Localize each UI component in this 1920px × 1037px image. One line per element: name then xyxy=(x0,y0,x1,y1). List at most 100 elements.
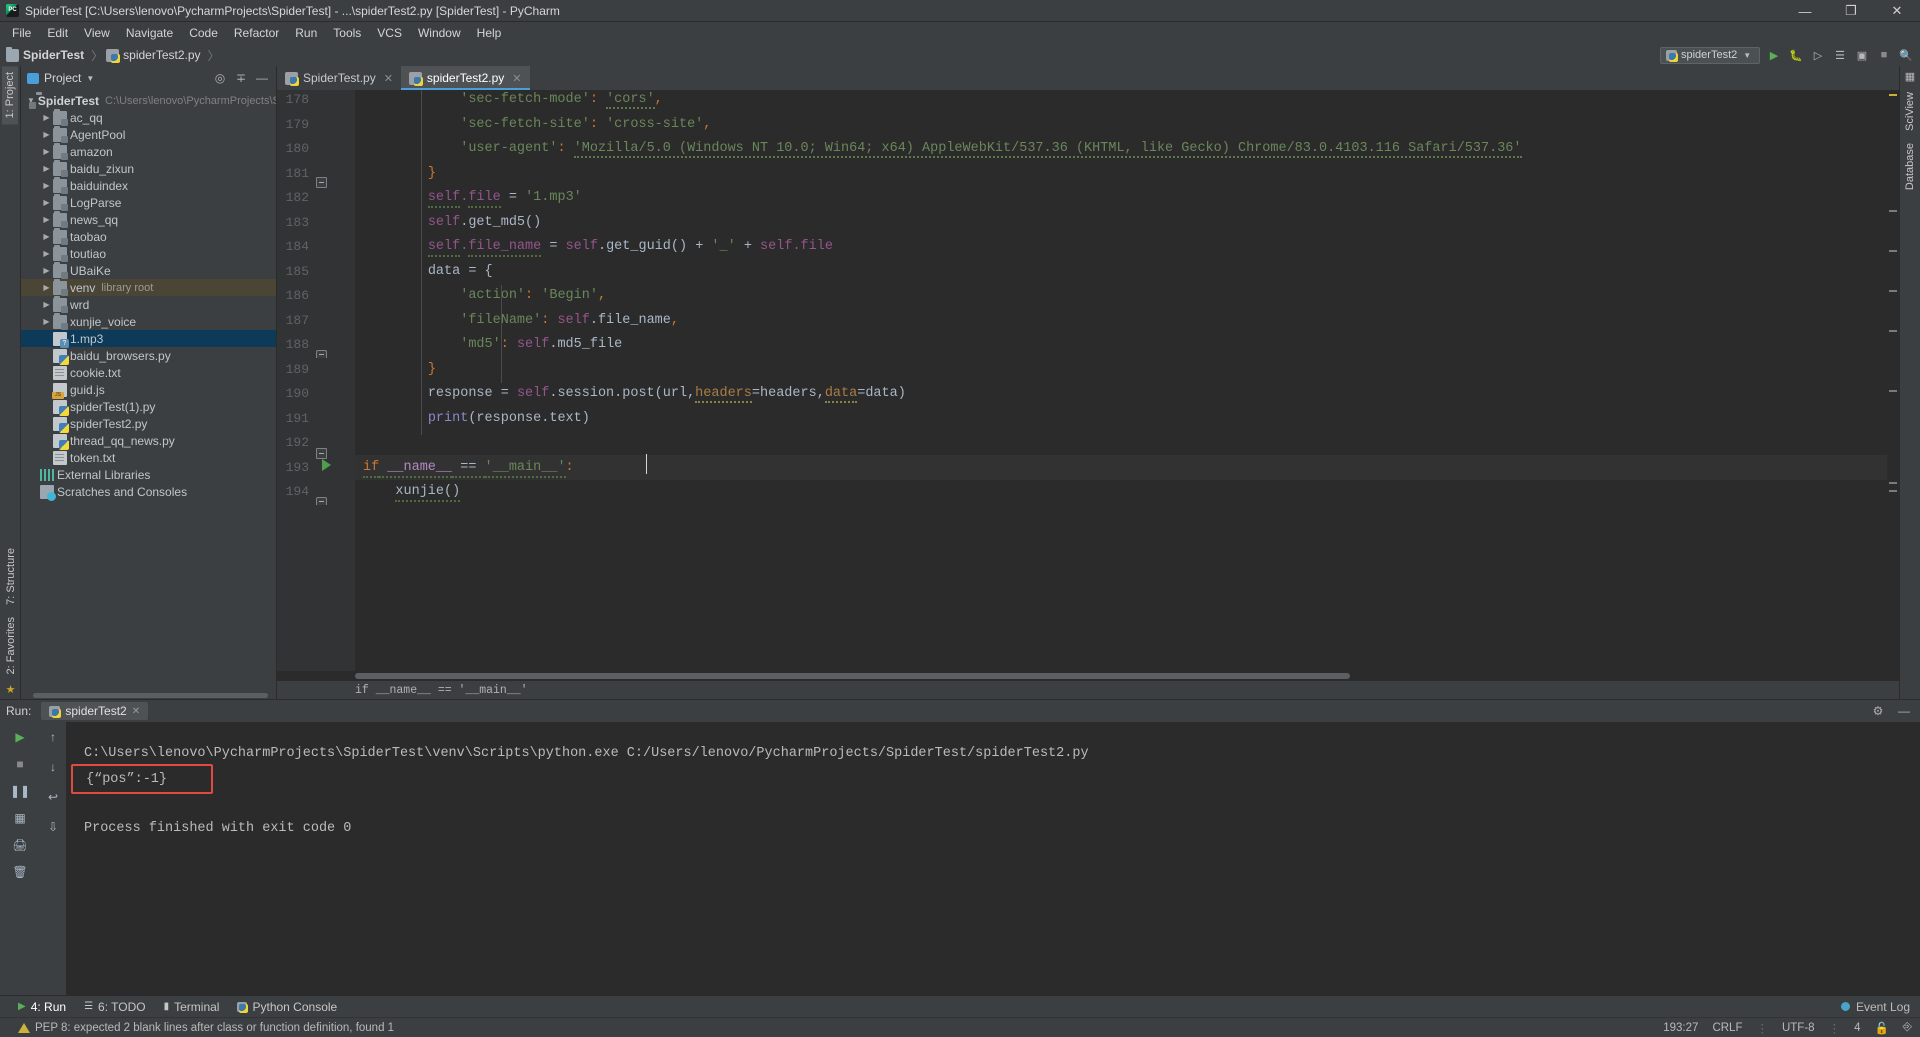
pause-icon[interactable]: ❚❚ xyxy=(9,782,31,800)
event-log-button[interactable]: Event Log xyxy=(1840,1000,1910,1014)
search-icon[interactable]: 🔍 xyxy=(1898,47,1914,63)
run-icon[interactable]: ▶ xyxy=(1766,47,1782,63)
fold-marker-189[interactable] xyxy=(316,448,327,459)
branch-icon[interactable]: ⎆ xyxy=(1903,1021,1912,1034)
tree-item-xunjie-voice[interactable]: ▶ xunjie_voice xyxy=(21,312,276,330)
menu-navigate[interactable]: Navigate xyxy=(118,24,181,42)
menu-vcs[interactable]: VCS xyxy=(369,24,410,42)
sidebar-tab-structure[interactable]: 7: Structure xyxy=(3,542,19,611)
expand-arrow-icon[interactable]: ▶ xyxy=(40,215,53,224)
tree-item-baiduindex[interactable]: ▶ baiduindex xyxy=(21,176,276,194)
tab-spidertest-py[interactable]: SpiderTest.py ✕ xyxy=(277,66,401,90)
expand-arrow-icon[interactable]: ▶ xyxy=(40,130,53,139)
collapse-all-icon[interactable]: ∓ xyxy=(233,70,249,86)
expand-arrow-icon[interactable]: ▶ xyxy=(40,317,53,326)
maximize-button[interactable]: ❐ xyxy=(1828,0,1874,22)
run-configuration-selector[interactable]: spiderTest2 ▼ xyxy=(1660,46,1760,64)
tree-item-logparse[interactable]: ▶ LogParse xyxy=(21,193,276,211)
marker[interactable] xyxy=(1889,390,1897,392)
stop-icon[interactable]: ■ xyxy=(1876,47,1892,63)
expand-arrow-icon[interactable]: ▶ xyxy=(40,249,53,258)
expand-arrow-icon[interactable]: ▶ xyxy=(40,164,53,173)
tree-item-scratches-and-consoles[interactable]: ▶Scratches and Consoles xyxy=(21,483,276,501)
locate-icon[interactable]: ◎ xyxy=(212,70,228,86)
menu-edit[interactable]: Edit xyxy=(39,24,76,42)
tree-item-1-mp3[interactable]: ▶1.mp3 xyxy=(21,330,276,348)
breadcrumb-file[interactable]: spiderTest2.py xyxy=(106,48,204,63)
tree-item-venv[interactable]: ▶ venv library root xyxy=(21,278,276,296)
expand-arrow-icon[interactable]: ▶ xyxy=(40,181,53,190)
tree-item-amazon[interactable]: ▶ amazon xyxy=(21,142,276,160)
menu-file[interactable]: File xyxy=(4,24,39,42)
hide-icon[interactable]: — xyxy=(254,70,270,86)
close-button[interactable]: ✕ xyxy=(1874,0,1920,22)
tool-window-terminal[interactable]: ▮ Terminal xyxy=(164,1000,220,1014)
sidebar-tab-favorites[interactable]: 2: Favorites xyxy=(3,611,19,680)
marker[interactable] xyxy=(1889,490,1897,492)
run-line-marker-icon[interactable] xyxy=(322,459,331,471)
menu-help[interactable]: Help xyxy=(469,24,510,42)
tree-root-spidertest[interactable]: ▼ SpiderTest C:\Users\lenovo\PycharmProj… xyxy=(21,91,276,109)
down-icon[interactable]: ↓ xyxy=(42,758,64,776)
run-panel-tab[interactable]: spiderTest2 ✕ xyxy=(41,702,149,720)
marker[interactable] xyxy=(1889,330,1897,332)
debug-icon[interactable]: 🐛 xyxy=(1788,47,1804,63)
expand-arrow-icon[interactable]: ▶ xyxy=(40,300,53,309)
close-icon[interactable]: ✕ xyxy=(512,72,521,85)
tool-window-todo[interactable]: ☰ 6: TODO xyxy=(84,1000,146,1014)
tree-item-cookie-txt[interactable]: ▶cookie.txt xyxy=(21,364,276,381)
encoding[interactable]: UTF-8 xyxy=(1782,1022,1815,1034)
tree-item-spidertest-1-py[interactable]: ▶spiderTest(1).py xyxy=(21,398,276,416)
grid-icon[interactable]: ▦ xyxy=(1900,66,1920,86)
expand-arrow-icon[interactable]: ▶ xyxy=(40,283,53,292)
line-separator[interactable]: CRLF xyxy=(1712,1022,1742,1034)
fold-marker-185[interactable] xyxy=(316,350,327,361)
tree-item-ubaike[interactable]: ▶ UBaiKe xyxy=(21,261,276,279)
up-icon[interactable]: ↑ xyxy=(42,728,64,746)
stop-icon[interactable]: ■ xyxy=(9,755,31,773)
caret-position[interactable]: 193:27 xyxy=(1663,1022,1698,1034)
tree-item-baidu-zixun[interactable]: ▶ baidu_zixun xyxy=(21,159,276,177)
warning-marker[interactable] xyxy=(1889,94,1897,96)
expand-arrow-icon[interactable]: ▶ xyxy=(40,147,53,156)
close-icon[interactable]: ✕ xyxy=(384,72,393,85)
editor-hscrollbar[interactable] xyxy=(277,671,1899,681)
tree-item-baidu-browsers-py[interactable]: ▶baidu_browsers.py xyxy=(21,347,276,365)
tree-item-external-libraries[interactable]: ▶External Libraries xyxy=(21,466,276,483)
tree-item-thread-qq-news-py[interactable]: ▶thread_qq_news.py xyxy=(21,432,276,450)
chevron-down-icon[interactable]: ▼ xyxy=(86,74,94,83)
menu-run[interactable]: Run xyxy=(287,24,325,42)
tree-item-ac-qq[interactable]: ▶ ac_qq xyxy=(21,108,276,126)
expand-arrow-icon[interactable]: ▶ xyxy=(40,232,53,241)
tree-item-guid-js[interactable]: ▶guid.js xyxy=(21,381,276,399)
coverage-icon[interactable]: ▷ xyxy=(1810,47,1826,63)
menu-tools[interactable]: Tools xyxy=(325,24,369,42)
project-panel-hscrollbar[interactable] xyxy=(21,691,276,699)
minimize-button[interactable]: — xyxy=(1782,0,1828,22)
sidebar-tab-project[interactable]: 1: Project xyxy=(2,66,18,125)
marker[interactable] xyxy=(1889,250,1897,252)
fold-marker-181[interactable] xyxy=(316,177,327,188)
sidebar-tab-database[interactable]: Database xyxy=(1902,137,1918,196)
indent-size[interactable]: 4 xyxy=(1854,1022,1860,1034)
profile-icon[interactable]: ☰ xyxy=(1832,47,1848,63)
menu-code[interactable]: Code xyxy=(181,24,226,42)
minimize-icon[interactable]: — xyxy=(1896,703,1912,719)
trash-icon[interactable]: 🗑 xyxy=(9,863,31,881)
marker[interactable] xyxy=(1889,290,1897,292)
tool-window-run[interactable]: ▶ 4: Run xyxy=(18,1000,66,1014)
editor-marker-strip[interactable] xyxy=(1887,90,1899,671)
expand-arrow-icon[interactable]: ▶ xyxy=(40,198,53,207)
rerun-icon[interactable]: ▶ xyxy=(9,728,31,746)
project-panel-title[interactable]: Project xyxy=(44,71,81,85)
run-console[interactable]: C:\Users\lenovo\PycharmProjects\SpiderTe… xyxy=(66,722,1920,995)
export-icon[interactable]: ⇩ xyxy=(42,818,64,836)
tree-item-news-qq[interactable]: ▶ news_qq xyxy=(21,210,276,228)
marker[interactable] xyxy=(1889,482,1897,484)
attach-icon[interactable]: ▣ xyxy=(1854,47,1870,63)
editor-gutter[interactable]: 178 179 180 181 182 183 184 185 186 187 188 189 190 1… xyxy=(277,90,355,671)
tab-spidertest2-py[interactable]: spiderTest2.py ✕ xyxy=(400,66,530,90)
marker[interactable] xyxy=(1889,210,1897,212)
menu-refactor[interactable]: Refactor xyxy=(226,24,287,42)
breadcrumb-project[interactable]: SpiderTest xyxy=(6,46,88,62)
